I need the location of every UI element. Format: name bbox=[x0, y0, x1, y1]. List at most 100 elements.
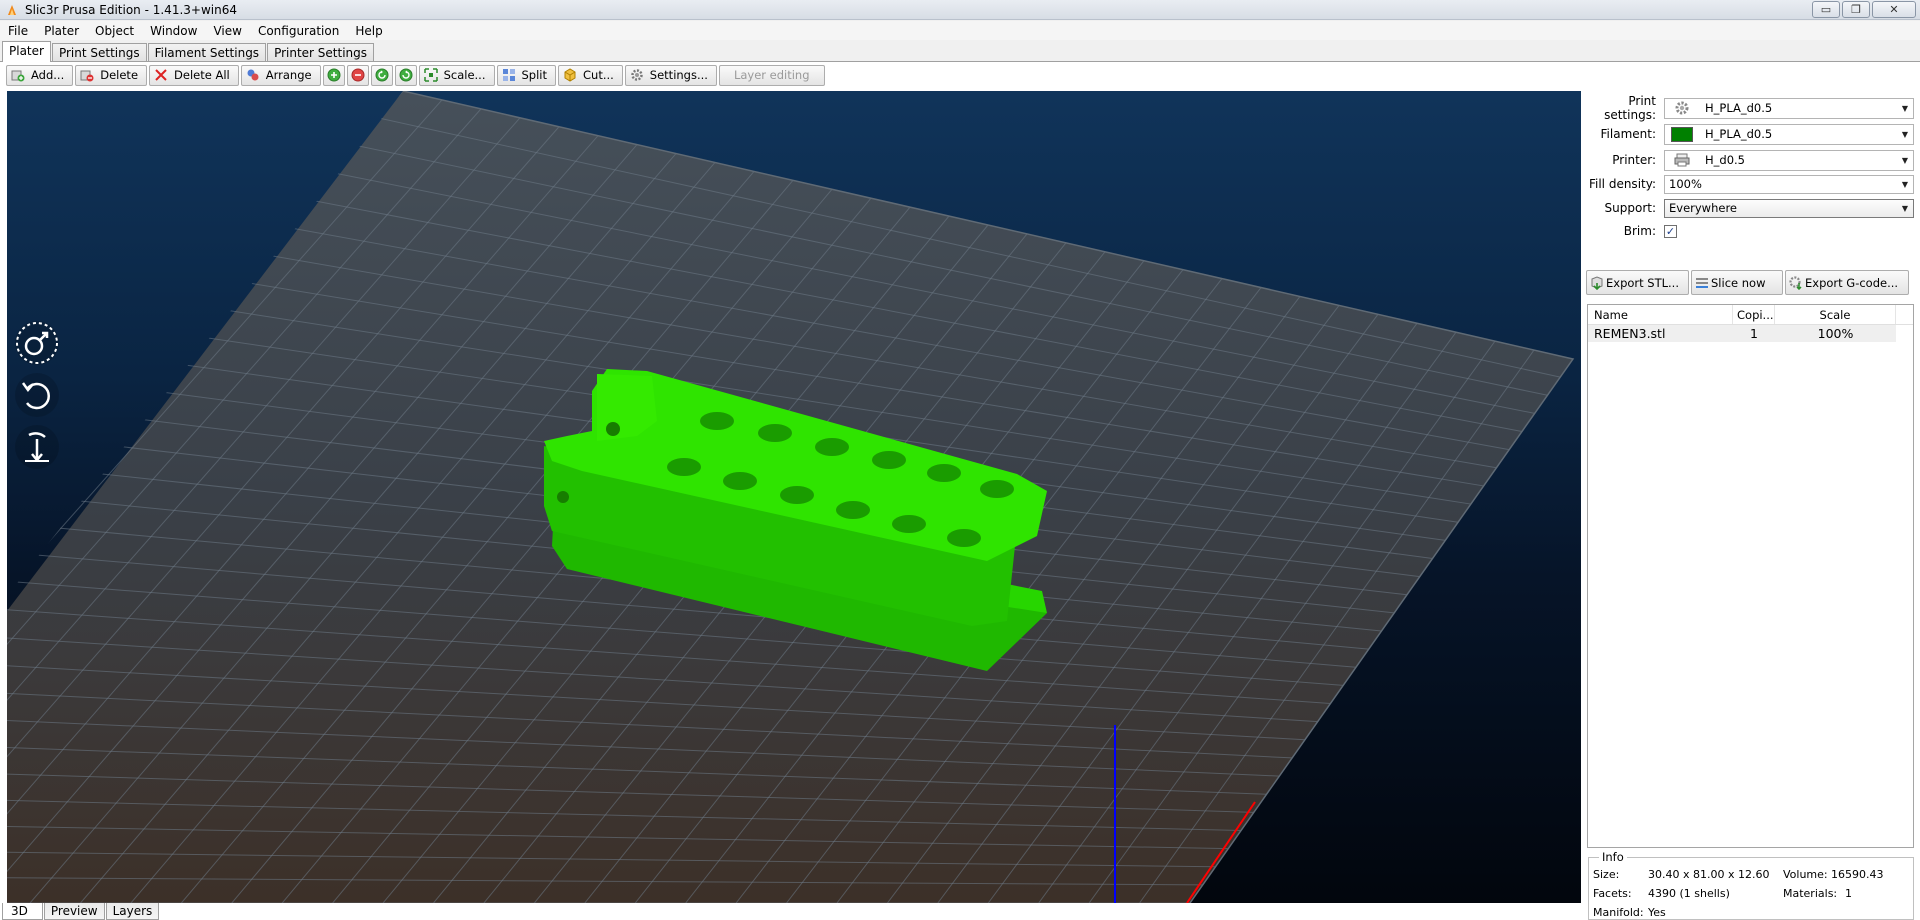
export-actions: Export STL... Slice now Export G-code... bbox=[1586, 270, 1920, 295]
export-stl-label: Export STL... bbox=[1606, 275, 1679, 290]
menu-help[interactable]: Help bbox=[347, 24, 390, 38]
title-bar: Slic3r Prusa Edition - 1.41.3+win64 ▭ ❐ … bbox=[0, 0, 1920, 20]
decrease-copies-button[interactable] bbox=[346, 64, 369, 86]
cut-button[interactable]: Cut... bbox=[558, 64, 623, 86]
materials-value: 1 bbox=[1845, 887, 1852, 900]
menu-window[interactable]: Window bbox=[142, 24, 205, 38]
chevron-down-icon: ▼ bbox=[1901, 155, 1909, 165]
table-row[interactable]: REMEN3.stl 1 100% bbox=[1588, 325, 1896, 342]
support-value: Everywhere bbox=[1669, 201, 1738, 215]
object-list[interactable]: Name Copi... Scale REMEN3.stl 1 100% bbox=[1587, 304, 1914, 848]
brim-checkbox[interactable]: ✓ bbox=[1664, 224, 1677, 238]
export-stl-icon bbox=[1591, 275, 1603, 290]
rotate-view-icon bbox=[21, 382, 50, 410]
scale-button[interactable]: Scale... bbox=[418, 64, 495, 86]
menu-file[interactable]: File bbox=[0, 24, 36, 38]
fill-density-row: Fill density: 100% ▼ bbox=[1586, 173, 1916, 195]
3d-scene bbox=[7, 91, 1575, 903]
export-gcode-button[interactable]: Export G-code... bbox=[1785, 270, 1909, 295]
tab-preview[interactable]: Preview bbox=[43, 903, 105, 920]
filament-select[interactable]: H_PLA_d0.5 ▼ bbox=[1664, 123, 1914, 145]
main-tabs: Plater Print Settings Filament Settings … bbox=[0, 41, 1920, 62]
minimize-button[interactable]: ▭ bbox=[1812, 1, 1840, 18]
chevron-down-icon: ▼ bbox=[1901, 203, 1909, 213]
volume-label: Volume: bbox=[1783, 868, 1828, 881]
brim-label: Brim: bbox=[1623, 224, 1656, 238]
scale-icon bbox=[423, 68, 438, 82]
slice-now-button[interactable]: Slice now bbox=[1691, 270, 1783, 295]
split-button[interactable]: Split bbox=[496, 64, 556, 86]
pan-control[interactable] bbox=[15, 321, 59, 365]
print-settings-select[interactable]: H_PLA_d0.5 ▼ bbox=[1664, 97, 1914, 119]
tilt-view-icon bbox=[25, 432, 49, 462]
export-gcode-label: Export G-code... bbox=[1805, 275, 1899, 290]
manifold-value: Yes bbox=[1648, 906, 1666, 919]
support-row: Support: Everywhere ▼ bbox=[1586, 197, 1916, 219]
rotate-ccw-icon bbox=[375, 68, 389, 82]
slice-now-label: Slice now bbox=[1711, 275, 1766, 290]
rotate-right-button[interactable] bbox=[394, 64, 417, 86]
column-scale[interactable]: Scale bbox=[1775, 305, 1896, 324]
arrange-button[interactable]: Arrange bbox=[240, 64, 321, 86]
filament-label: Filament: bbox=[1600, 127, 1656, 141]
rotate-view-control[interactable] bbox=[15, 373, 59, 417]
menu-object[interactable]: Object bbox=[87, 24, 142, 38]
menu-view[interactable]: View bbox=[205, 24, 249, 38]
menu-configuration[interactable]: Configuration bbox=[250, 24, 347, 38]
printer-select[interactable]: H_d0.5 ▼ bbox=[1664, 149, 1914, 171]
delete-all-button[interactable]: Delete All bbox=[149, 64, 239, 86]
slic3r-logo-icon bbox=[8, 4, 16, 15]
close-button[interactable]: ✕ bbox=[1872, 1, 1916, 18]
split-icon bbox=[502, 69, 515, 81]
chevron-down-icon: ▼ bbox=[1901, 179, 1909, 189]
tab-print-settings[interactable]: Print Settings bbox=[51, 43, 147, 61]
add-object-icon bbox=[11, 70, 25, 82]
filament-color-swatch[interactable] bbox=[1671, 126, 1693, 142]
layer-editing-button[interactable]: Layer editing bbox=[718, 64, 825, 86]
size-value: 30.40 x 81.00 x 12.60 bbox=[1648, 868, 1770, 881]
fill-density-select[interactable]: 100% ▼ bbox=[1664, 174, 1914, 194]
export-stl-button[interactable]: Export STL... bbox=[1586, 270, 1689, 295]
printer-value: H_d0.5 bbox=[1705, 153, 1745, 167]
plater-toolbar: Add... Delete Delete All Arrange Scale..… bbox=[0, 63, 1580, 87]
info-title: Info bbox=[1599, 850, 1627, 864]
zoom-view-control[interactable] bbox=[15, 425, 59, 469]
maximize-button[interactable]: ❐ bbox=[1842, 1, 1870, 18]
tab-plater[interactable]: Plater bbox=[2, 41, 51, 62]
column-copies[interactable]: Copi... bbox=[1733, 305, 1775, 324]
fill-density-label: Fill density: bbox=[1588, 177, 1656, 191]
menu-bar: File Plater Object Window View Configura… bbox=[0, 21, 1920, 40]
facets-value: 4390 (1 shells) bbox=[1648, 887, 1730, 900]
tab-filament-settings[interactable]: Filament Settings bbox=[147, 43, 267, 61]
facets-label: Facets: bbox=[1593, 887, 1632, 900]
tab-layers[interactable]: Layers bbox=[105, 903, 160, 920]
chevron-down-icon: ▼ bbox=[1901, 129, 1909, 139]
object-settings-button-label: Settings... bbox=[649, 68, 708, 82]
cut-button-label: Cut... bbox=[583, 68, 614, 82]
support-select[interactable]: Everywhere ▼ bbox=[1664, 198, 1914, 218]
filament-row: Filament: H_PLA_d0.5 ▼ bbox=[1586, 123, 1916, 145]
info-panel: Info Size: 30.40 x 81.00 x 12.60 Volume:… bbox=[1588, 850, 1914, 920]
gear-icon bbox=[631, 69, 643, 81]
object-settings-button[interactable]: Settings... bbox=[624, 64, 717, 86]
chevron-down-icon: ▼ bbox=[1901, 103, 1909, 113]
minus-circle-icon bbox=[351, 68, 365, 82]
increase-copies-button[interactable] bbox=[322, 64, 345, 86]
rotate-cw-icon bbox=[399, 68, 413, 82]
menu-plater[interactable]: Plater bbox=[36, 24, 87, 38]
object-scale: 100% bbox=[1817, 326, 1854, 341]
3d-viewport[interactable] bbox=[7, 91, 1581, 903]
rotate-left-button[interactable] bbox=[370, 64, 393, 86]
object-list-header: Name Copi... Scale bbox=[1588, 305, 1913, 325]
print-settings-row: Print settings: H_PLA_d0.5 ▼ bbox=[1586, 94, 1916, 122]
delete-button[interactable]: Delete bbox=[75, 64, 148, 86]
tab-3d[interactable]: 3D bbox=[2, 903, 43, 920]
window-title: Slic3r Prusa Edition - 1.41.3+win64 bbox=[25, 2, 237, 17]
tab-printer-settings[interactable]: Printer Settings bbox=[267, 43, 375, 61]
size-label: Size: bbox=[1593, 868, 1620, 881]
print-settings-label: Print settings: bbox=[1604, 94, 1656, 122]
cog-icon bbox=[1675, 101, 1689, 115]
add-button[interactable]: Add... bbox=[6, 64, 74, 86]
column-name[interactable]: Name bbox=[1588, 305, 1733, 324]
printer-row: Printer: H_d0.5 ▼ bbox=[1586, 149, 1916, 171]
